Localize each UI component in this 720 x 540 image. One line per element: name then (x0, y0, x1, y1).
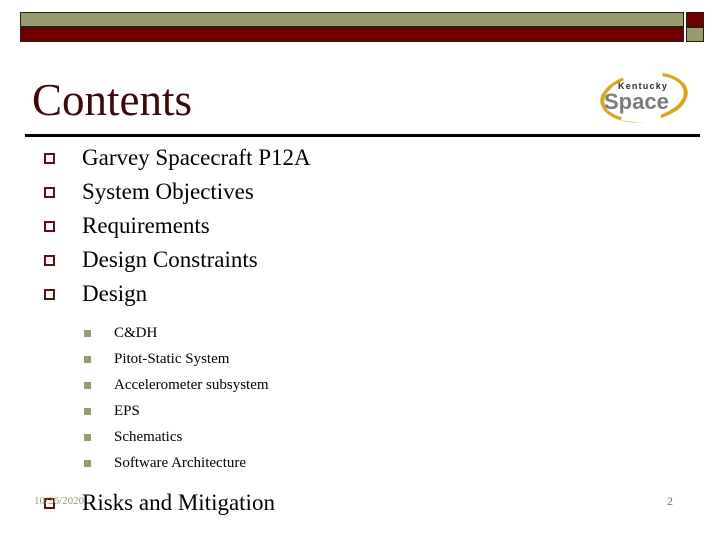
outline-subitem-label: Pitot-Static System (114, 351, 230, 367)
banner-maroon-square (686, 12, 704, 27)
logo-line2: Space (604, 89, 669, 114)
outline-item-label: Requirements (82, 213, 210, 238)
outline-sublist: C&DH Pitot-Static System Accelerometer s… (0, 320, 720, 476)
outline-item-level1[interactable]: System Objectives (0, 175, 720, 209)
outline-content: Garvey Spacecraft P12A System Objectives… (0, 141, 720, 520)
kentucky-space-logo-icon: Kentucky Space (596, 71, 688, 123)
hollow-square-bullet-icon (44, 289, 55, 300)
filled-square-bullet-icon (84, 408, 91, 415)
banner-olive-square (686, 27, 704, 42)
outline-item-level2[interactable]: Accelerometer subsystem (0, 372, 720, 398)
filled-square-bullet-icon (84, 356, 91, 363)
kentucky-space-logo: Kentucky Space (588, 68, 700, 126)
outline-item-level2[interactable]: EPS (0, 398, 720, 424)
hollow-square-bullet-icon (44, 153, 55, 164)
banner-olive-bar (20, 12, 684, 27)
hollow-square-bullet-icon (44, 221, 55, 232)
outline-item-level1[interactable]: Design Constraints (0, 243, 720, 277)
outline-item-level2[interactable]: Schematics (0, 424, 720, 450)
filled-square-bullet-icon (84, 382, 91, 389)
outline-item-level1[interactable]: Garvey Spacecraft P12A (0, 141, 720, 175)
filled-square-bullet-icon (84, 434, 91, 441)
banner-row-bottom (20, 27, 704, 42)
decorative-banner (20, 12, 704, 42)
outline-subitem-label: Accelerometer subsystem (114, 377, 269, 393)
outline-item-label: Risks and Mitigation (82, 490, 275, 515)
slide-canvas: Contents Kentucky Space Garvey Spacecraf… (0, 0, 720, 540)
banner-maroon-bar (20, 27, 684, 42)
filled-square-bullet-icon (84, 460, 91, 467)
footer-date: 10/26/2020 (34, 495, 85, 507)
hollow-square-bullet-icon (44, 187, 55, 198)
outline-subitem-label: C&DH (114, 325, 158, 341)
title-underline-rule (25, 134, 700, 137)
outline-subitem-label: Schematics (114, 429, 183, 445)
outline-item-label: System Objectives (82, 179, 254, 204)
outline-item-level2[interactable]: C&DH (0, 320, 720, 346)
outline-item-level1[interactable]: Design (0, 277, 720, 311)
page-title: Contents (32, 75, 193, 125)
outline-item-label: Garvey Spacecraft P12A (82, 145, 311, 170)
outline-item-level1[interactable]: Requirements (0, 209, 720, 243)
outline-item-level2[interactable]: Pitot-Static System (0, 346, 720, 372)
hollow-square-bullet-icon (44, 255, 55, 266)
outline-subitem-label: Software Architecture (114, 455, 247, 471)
filled-square-bullet-icon (84, 330, 91, 337)
outline-item-level1[interactable]: Risks and Mitigation (0, 486, 720, 520)
footer-page-number: 2 (667, 494, 673, 508)
banner-row-top (20, 12, 704, 27)
outline-item-level2[interactable]: Software Architecture (0, 450, 720, 476)
outline-item-label: Design Constraints (82, 247, 258, 272)
outline-item-label: Design (82, 281, 148, 306)
outline-subitem-label: EPS (114, 403, 140, 419)
